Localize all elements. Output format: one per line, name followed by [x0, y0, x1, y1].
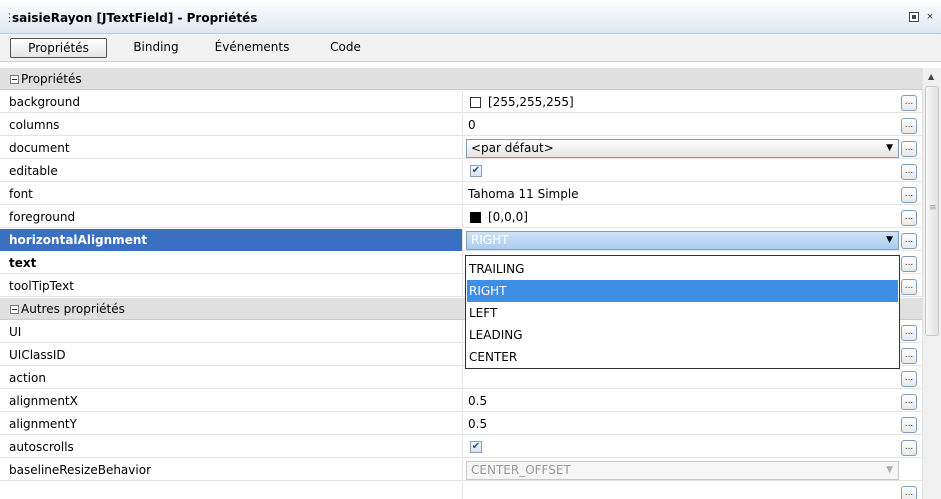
- property-name: document: [9, 141, 70, 155]
- dropdown-option-right[interactable]: RIGHT: [467, 280, 898, 302]
- property-row-columns[interactable]: columns 0 ...: [0, 114, 922, 136]
- property-value[interactable]: 0.5: [468, 390, 487, 412]
- tab-binding[interactable]: Binding: [126, 38, 186, 58]
- property-value[interactable]: Tahoma 11 Simple: [468, 183, 579, 205]
- ellipsis-button[interactable]: ...: [901, 210, 917, 226]
- ellipsis-button[interactable]: ...: [901, 256, 917, 272]
- section-label: Autres propriétés: [21, 302, 125, 316]
- property-row-background[interactable]: background [255,255,255] ...: [0, 91, 922, 113]
- property-name: alignmentY: [9, 417, 77, 431]
- ellipsis-button[interactable]: ...: [901, 394, 917, 410]
- ellipsis-button[interactable]: ...: [901, 279, 917, 295]
- property-name: font: [9, 187, 33, 201]
- property-row-autoscrolls[interactable]: autoscrolls ✔ ...: [0, 436, 922, 458]
- color-swatch: [470, 97, 481, 108]
- property-name: editable: [9, 164, 58, 178]
- property-name: alignmentX: [9, 394, 78, 408]
- property-name: UIClassID: [9, 348, 66, 362]
- tab-bar: Propriétés Binding Événements Code: [0, 34, 941, 62]
- ellipsis-button[interactable]: ...: [901, 164, 917, 180]
- property-row-foreground[interactable]: foreground [0,0,0] ...: [0, 206, 922, 228]
- ellipsis-button[interactable]: ...: [901, 233, 917, 249]
- ellipsis-button[interactable]: ...: [901, 417, 917, 433]
- property-row-partial: ...: [0, 482, 922, 499]
- title-bar: ⋮ saisieRayon [JTextField] - Propriétés …: [0, 0, 941, 34]
- ellipsis-button[interactable]: ...: [901, 118, 917, 134]
- property-name: background: [9, 95, 80, 109]
- dropdown-option-trailing[interactable]: TRAILING: [467, 258, 898, 280]
- property-row-action[interactable]: action ...: [0, 367, 922, 389]
- ellipsis-button[interactable]: ...: [901, 95, 917, 111]
- combo-value: <par défaut>: [471, 141, 554, 155]
- property-row-editable[interactable]: editable ✔ ...: [0, 160, 922, 182]
- autoscrolls-checkbox[interactable]: ✔: [470, 441, 482, 453]
- combo-value: RIGHT: [471, 233, 509, 247]
- collapse-icon[interactable]: [10, 305, 19, 314]
- property-row-baseline-resize-behavior[interactable]: baselineResizeBehavior CENTER_OFFSET ▼: [0, 459, 922, 481]
- close-icon[interactable]: ×: [925, 12, 935, 22]
- property-name: text: [9, 256, 37, 270]
- property-value[interactable]: 0: [468, 114, 476, 136]
- property-name: columns: [9, 118, 60, 132]
- property-row-document[interactable]: document <par défaut> ▼ ...: [0, 137, 922, 159]
- collapse-icon[interactable]: [10, 75, 19, 84]
- ellipsis-button[interactable]: ...: [901, 348, 917, 364]
- editable-checkbox[interactable]: ✔: [470, 165, 482, 177]
- property-name: action: [9, 371, 46, 385]
- property-name: toolTipText: [9, 279, 74, 293]
- property-row-font[interactable]: font Tahoma 11 Simple ...: [0, 183, 922, 205]
- ellipsis-button[interactable]: ...: [901, 325, 917, 341]
- property-name: baselineResizeBehavior: [9, 463, 151, 477]
- color-swatch: [470, 212, 481, 223]
- combo-value: CENTER_OFFSET: [471, 463, 571, 477]
- ellipsis-button[interactable]: ...: [901, 486, 917, 499]
- scroll-up-icon[interactable]: ▲: [928, 72, 934, 81]
- baseline-resize-combo[interactable]: CENTER_OFFSET ▼: [466, 461, 899, 480]
- section-label: Propriétés: [21, 72, 82, 86]
- property-name: UI: [9, 325, 22, 339]
- section-proprietes[interactable]: Propriétés: [0, 68, 922, 90]
- ellipsis-button[interactable]: ...: [901, 187, 917, 203]
- document-combo[interactable]: <par défaut> ▼: [466, 139, 899, 158]
- property-row-alignmenty[interactable]: alignmentY 0.5 ...: [0, 413, 922, 435]
- alignment-dropdown-list: TRAILING RIGHT LEFT LEADING CENTER: [465, 255, 900, 369]
- dropdown-option-leading[interactable]: LEADING: [467, 324, 898, 346]
- alignment-combo[interactable]: RIGHT ▼: [466, 231, 899, 250]
- window-title: saisieRayon [JTextField] - Propriétés: [12, 11, 258, 25]
- scrollbar-thumb[interactable]: ≡: [925, 86, 939, 336]
- chevron-down-icon[interactable]: ▼: [886, 462, 893, 479]
- tab-evenements[interactable]: Événements: [207, 38, 297, 58]
- property-value[interactable]: [0,0,0]: [488, 206, 528, 228]
- chevron-down-icon[interactable]: ▼: [886, 232, 893, 249]
- ellipsis-button[interactable]: ...: [901, 440, 917, 456]
- property-row-horizontal-alignment[interactable]: horizontalAlignment RIGHT ▼ ...: [0, 229, 922, 251]
- property-name: foreground: [9, 210, 76, 224]
- maximize-icon[interactable]: [909, 12, 919, 22]
- property-value[interactable]: 0.5: [468, 413, 487, 435]
- dropdown-option-center[interactable]: CENTER: [467, 346, 898, 368]
- property-row-alignmentx[interactable]: alignmentX 0.5 ...: [0, 390, 922, 412]
- property-name: horizontalAlignment: [0, 229, 462, 251]
- dropdown-option-left[interactable]: LEFT: [467, 302, 898, 324]
- ellipsis-button[interactable]: ...: [901, 371, 917, 387]
- property-value[interactable]: [255,255,255]: [488, 91, 574, 113]
- ellipsis-button[interactable]: ...: [901, 141, 917, 157]
- tab-code[interactable]: Code: [323, 38, 368, 58]
- vertical-scrollbar[interactable]: ▲ ≡: [922, 68, 941, 499]
- chevron-down-icon[interactable]: ▼: [886, 140, 893, 157]
- tab-proprietes[interactable]: Propriétés: [10, 38, 107, 58]
- grip-icon: ≡: [929, 203, 937, 213]
- property-name: autoscrolls: [9, 440, 74, 454]
